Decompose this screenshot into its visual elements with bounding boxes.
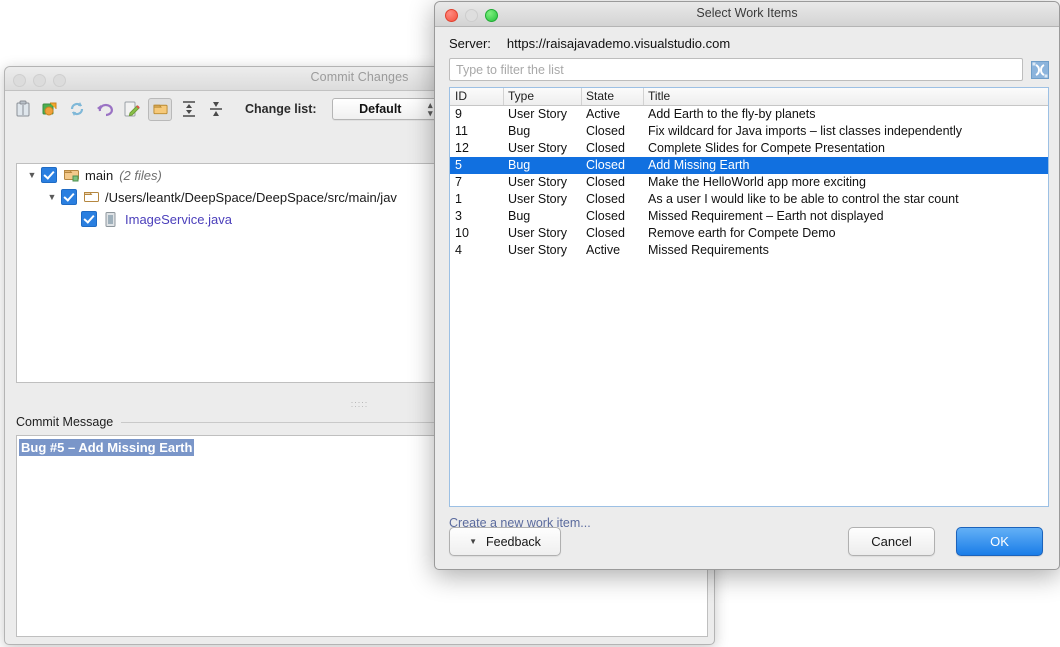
edit-source-icon[interactable] <box>121 99 141 119</box>
details-label: Details <box>31 643 69 645</box>
cell-title: Missed Requirement – Earth not displayed <box>643 208 1048 225</box>
cell-title: Complete Slides for Compete Presentation <box>643 140 1048 157</box>
column-header-type[interactable]: Type <box>503 88 581 105</box>
server-label: Server: <box>449 36 491 51</box>
cell-id: 3 <box>450 208 503 225</box>
column-header-title[interactable]: Title <box>643 88 1048 105</box>
cell-type: Bug <box>503 157 581 174</box>
screen: Commit Changes <box>0 0 1060 647</box>
cell-state: Closed <box>581 208 643 225</box>
expand-all-icon[interactable] <box>179 99 199 119</box>
cell-id: 7 <box>450 174 503 191</box>
cell-state: Closed <box>581 140 643 157</box>
table-row[interactable]: 10User StoryClosedRemove earth for Compe… <box>450 225 1048 242</box>
checkbox[interactable] <box>41 167 57 183</box>
table-row[interactable]: 7User StoryClosedMake the HelloWorld app… <box>450 174 1048 191</box>
work-items-list[interactable]: ID Type State Title 9User StoryActiveAdd… <box>449 87 1049 507</box>
cell-type: Bug <box>503 208 581 225</box>
cell-id: 4 <box>450 242 503 259</box>
cell-title: Missed Requirements <box>643 242 1048 259</box>
expand-triangle-icon[interactable]: ▼ <box>23 170 41 180</box>
change-list-label: Change list: <box>245 102 317 116</box>
feedback-button[interactable]: ▼ Feedback <box>449 527 561 556</box>
cell-state: Closed <box>581 191 643 208</box>
tree-node-label: ImageService.java <box>125 212 232 227</box>
tree-node-count: (2 files) <box>119 168 162 183</box>
refresh-icon[interactable] <box>1031 61 1049 79</box>
table-row[interactable]: 1User StoryClosedAs a user I would like … <box>450 191 1048 208</box>
cell-title: Make the HelloWorld app more exciting <box>643 174 1048 191</box>
module-folder-icon <box>64 168 80 182</box>
folder-icon <box>84 190 100 204</box>
tree-node-label: main <box>85 168 113 183</box>
list-header-row: ID Type State Title <box>450 88 1048 106</box>
cell-type: User Story <box>503 140 581 157</box>
group-by-directory-icon[interactable] <box>148 98 172 121</box>
refresh-icon[interactable] <box>67 99 87 119</box>
column-header-state[interactable]: State <box>581 88 643 105</box>
rollback-icon[interactable] <box>13 99 33 119</box>
cell-id: 12 <box>450 140 503 157</box>
change-list-select[interactable]: Default ▴▾ <box>332 98 438 120</box>
server-url: https://raisajavademo.visualstudio.com <box>507 36 730 51</box>
table-row[interactable]: 11BugClosedFix wildcard for Java imports… <box>450 123 1048 140</box>
table-row[interactable]: 9User StoryActiveAdd Earth to the fly-by… <box>450 106 1048 123</box>
cell-id: 11 <box>450 123 503 140</box>
table-row[interactable]: 5BugClosedAdd Missing Earth <box>450 157 1048 174</box>
revert-icon[interactable] <box>40 99 60 119</box>
cell-state: Active <box>581 242 643 259</box>
cell-id: 9 <box>450 106 503 123</box>
tree-node-label: /Users/leantk/DeepSpace/DeepSpace/src/ma… <box>105 190 397 205</box>
collapse-all-icon[interactable] <box>206 99 226 119</box>
feedback-label: Feedback <box>486 535 541 549</box>
dialog-footer: ▼ Feedback Cancel OK <box>435 527 1059 557</box>
cell-title: Add Missing Earth <box>643 157 1048 174</box>
server-row: Server: https://raisajavademo.visualstud… <box>435 27 1059 51</box>
commit-message-label: Commit Message <box>16 415 113 429</box>
cell-type: User Story <box>503 106 581 123</box>
cell-type: User Story <box>503 191 581 208</box>
cell-state: Closed <box>581 225 643 242</box>
cell-type: Bug <box>503 123 581 140</box>
table-row[interactable]: 4User StoryActiveMissed Requirements <box>450 242 1048 259</box>
cell-title: Add Earth to the fly-by planets <box>643 106 1048 123</box>
cell-type: User Story <box>503 242 581 259</box>
cell-title: Fix wildcard for Java imports – list cla… <box>643 123 1048 140</box>
cell-id: 10 <box>450 225 503 242</box>
cell-title: Remove earth for Compete Demo <box>643 225 1048 242</box>
chevron-down-icon: ▼ <box>469 537 477 546</box>
cancel-button[interactable]: Cancel <box>848 527 935 556</box>
expand-triangle-icon[interactable]: ▼ <box>43 192 61 202</box>
cell-state: Closed <box>581 157 643 174</box>
cell-id: 1 <box>450 191 503 208</box>
list-body: 9User StoryActiveAdd Earth to the fly-by… <box>450 106 1048 259</box>
column-header-id[interactable]: ID <box>450 88 503 105</box>
commit-message-text: Bug #5 – Add Missing Earth <box>19 439 194 456</box>
ok-button[interactable]: OK <box>956 527 1043 556</box>
filter-input[interactable]: Type to filter the list <box>449 58 1023 81</box>
cell-state: Active <box>581 106 643 123</box>
dialog-titlebar: Select Work Items <box>435 2 1059 27</box>
cell-type: User Story <box>503 225 581 242</box>
cell-type: User Story <box>503 174 581 191</box>
cell-id: 5 <box>450 157 503 174</box>
java-file-icon <box>104 212 120 226</box>
table-row[interactable]: 12User StoryClosedComplete Slides for Co… <box>450 140 1048 157</box>
undo-icon[interactable] <box>94 99 114 119</box>
cell-title: As a user I would like to be able to con… <box>643 191 1048 208</box>
details-section-toggle[interactable]: ▼ Details :::: <box>16 643 708 645</box>
filter-row: Type to filter the list <box>435 51 1059 81</box>
dialog-title: Select Work Items <box>435 6 1059 20</box>
cell-state: Closed <box>581 123 643 140</box>
checkbox[interactable] <box>61 189 77 205</box>
chevron-updown-icon: ▴▾ <box>428 101 433 117</box>
cell-state: Closed <box>581 174 643 191</box>
table-row[interactable]: 3BugClosedMissed Requirement – Earth not… <box>450 208 1048 225</box>
checkbox[interactable] <box>81 211 97 227</box>
select-work-items-dialog: Select Work Items Server: https://raisaj… <box>434 1 1060 570</box>
change-list-value: Default <box>333 102 428 116</box>
